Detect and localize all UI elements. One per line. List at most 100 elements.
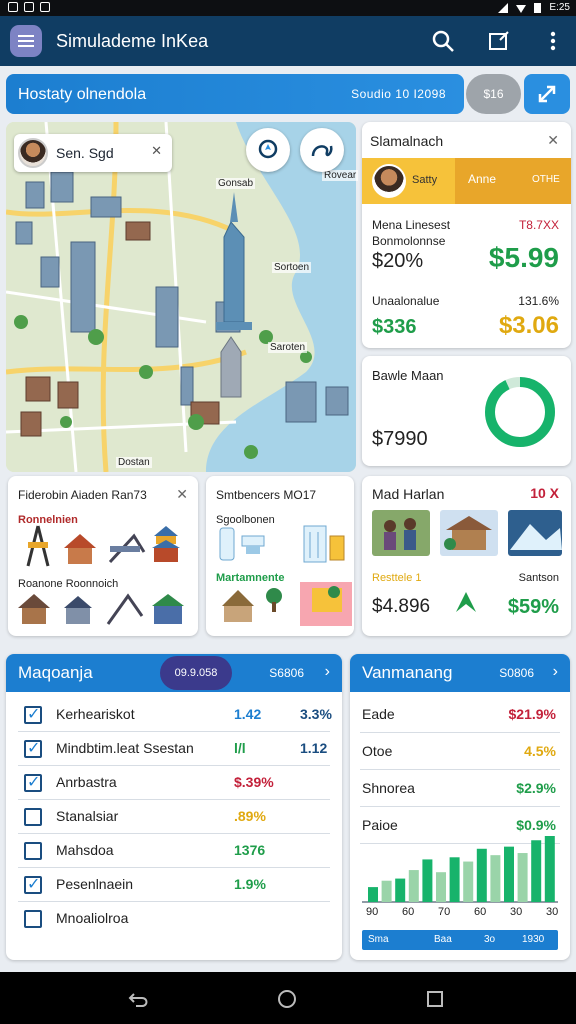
task-value: 1.9% bbox=[234, 876, 266, 892]
route-button[interactable] bbox=[300, 128, 344, 172]
task-label: Anrbastra bbox=[56, 774, 117, 790]
balance-pill[interactable]: $16 bbox=[466, 74, 521, 114]
task-row[interactable]: Stanalsiar .89% bbox=[6, 800, 342, 834]
variance-label: Otoe bbox=[362, 743, 393, 759]
variance-value: 4.5% bbox=[524, 743, 556, 759]
close-icon[interactable]: ✕ bbox=[151, 143, 162, 159]
donut-card: Bawle Maan $7990 bbox=[362, 356, 571, 466]
tower-icon bbox=[26, 525, 50, 567]
variance-bar bbox=[504, 846, 514, 902]
back-button[interactable] bbox=[128, 988, 150, 1010]
checkbox[interactable] bbox=[24, 842, 42, 860]
task-label: Mindbtim.leat Ssestan bbox=[56, 740, 194, 756]
more-button[interactable] bbox=[540, 28, 566, 54]
variance-title: Vanmanang bbox=[362, 663, 453, 682]
menu-button[interactable] bbox=[10, 25, 42, 57]
chevron-right-icon[interactable]: › bbox=[553, 663, 558, 681]
property-title: Smtbencers MO17 bbox=[216, 488, 317, 502]
expand-button[interactable] bbox=[524, 74, 570, 114]
building-icons-row bbox=[26, 525, 180, 567]
checkbox[interactable] bbox=[24, 808, 42, 826]
variance-value: $2.9% bbox=[516, 780, 556, 796]
home-button[interactable] bbox=[276, 988, 298, 1010]
house-icon bbox=[222, 590, 254, 622]
people-photo-icon bbox=[372, 510, 430, 556]
variance-label: Eade bbox=[362, 706, 395, 722]
city-map[interactable] bbox=[6, 122, 356, 472]
panel-icon bbox=[241, 535, 265, 554]
stat-tag: T8.7XX bbox=[518, 218, 559, 232]
chevron-right-icon[interactable]: › bbox=[325, 663, 330, 681]
search-button[interactable] bbox=[430, 28, 456, 54]
close-icon[interactable]: ✕ bbox=[176, 486, 188, 503]
variance-bar bbox=[436, 872, 446, 902]
variance-bar bbox=[517, 853, 528, 902]
signal-icon bbox=[498, 2, 509, 13]
house-icon bbox=[64, 596, 92, 624]
footer-label: Sma bbox=[368, 934, 389, 945]
park-icon bbox=[300, 582, 352, 626]
stat-big-value: $3.06 bbox=[498, 312, 559, 339]
task-label: Pesenlnaein bbox=[56, 876, 134, 892]
task-row[interactable]: Mahsdoa 1376 bbox=[6, 834, 342, 868]
map-label: Saroten bbox=[268, 342, 308, 353]
checkbox[interactable] bbox=[24, 910, 42, 928]
back-icon bbox=[128, 993, 148, 1007]
location-search-icon bbox=[258, 139, 278, 159]
task-row[interactable]: Mnoaliolroa bbox=[6, 902, 342, 936]
variance-bar bbox=[395, 878, 406, 902]
map-label: Sortoen bbox=[272, 262, 312, 273]
share-button[interactable] bbox=[486, 28, 512, 54]
task-value: 1.12 bbox=[300, 740, 328, 756]
appliance-icons-row bbox=[219, 525, 345, 563]
task-row[interactable]: ✓ Kerheariskot 1.42 3.3% bbox=[6, 698, 342, 732]
profile-chip[interactable]: Sen. Sgd ✕ bbox=[14, 134, 172, 172]
recents-button[interactable] bbox=[424, 988, 446, 1010]
media-title: Mad Harlan bbox=[372, 486, 445, 502]
media-label: Resttele 1 bbox=[372, 572, 422, 584]
app-title: Simulademe InKea bbox=[56, 31, 209, 51]
checkbox-checked[interactable]: ✓ bbox=[24, 774, 42, 792]
checkbox-checked[interactable]: ✓ bbox=[24, 876, 42, 894]
variance-bar-chart bbox=[362, 836, 558, 903]
property-title: Fiderobin Aiaden Ran73 bbox=[18, 488, 147, 502]
app-bar: Simulademe InKea bbox=[0, 16, 576, 66]
battery-icon bbox=[329, 535, 345, 561]
media-card[interactable]: Mad Harlan 10 X Resttele 1 Santson $4.89… bbox=[362, 476, 571, 636]
close-icon[interactable]: ✕ bbox=[547, 132, 559, 149]
media-label: Santson bbox=[518, 572, 559, 584]
house-icon bbox=[64, 534, 96, 564]
bridge-icon bbox=[108, 533, 146, 564]
tasks-meta: S6806 bbox=[269, 666, 304, 680]
stat-sublabel: Bonmolonnse bbox=[372, 234, 446, 248]
media-value: $59% bbox=[507, 596, 559, 618]
home-icon bbox=[278, 990, 296, 1008]
task-label: Stanalsiar bbox=[56, 808, 119, 824]
task-row[interactable]: ✓ Pesenlnaein 1.9% bbox=[6, 868, 342, 902]
task-row[interactable]: ✓ Mindbtim.leat Ssestan l/l 1.12 bbox=[6, 732, 342, 766]
house-icon bbox=[152, 594, 184, 624]
checkbox-checked[interactable]: ✓ bbox=[24, 740, 42, 758]
stat-value: $20% bbox=[372, 250, 424, 272]
property-card[interactable]: Smtbencers MO17 Sgoolbonen Martamnente bbox=[206, 476, 354, 636]
avatar bbox=[372, 164, 406, 198]
recents-icon bbox=[427, 991, 443, 1007]
tasks-panel: Maqoanja 09.9.058 S6806 › ✓ Kerheariskot 1… bbox=[6, 654, 342, 960]
status-time: E:25 bbox=[549, 2, 570, 13]
share-icon bbox=[489, 31, 509, 50]
variance-row[interactable]: Shnorea $2.9% bbox=[350, 772, 570, 807]
locate-button[interactable] bbox=[246, 128, 290, 172]
property-card[interactable]: Fiderobin Aiaden Ran73 ✕ Ronnelnien Roan… bbox=[8, 476, 198, 636]
variance-row[interactable]: Eade $21.9% bbox=[350, 698, 570, 733]
divider bbox=[360, 806, 560, 807]
variance-bar bbox=[463, 861, 474, 902]
x-tick-label: 30 bbox=[510, 906, 523, 918]
variance-footer-bar: Sma Baa 3o 1930 bbox=[362, 930, 558, 950]
variance-row[interactable]: Otoe 4.5% bbox=[350, 735, 570, 770]
checkbox-checked[interactable]: ✓ bbox=[24, 706, 42, 724]
date-chip[interactable]: 09.9.058 bbox=[160, 656, 232, 690]
task-row[interactable]: ✓ Anrbastra $.39% bbox=[6, 766, 342, 800]
map-label: Rovear bbox=[322, 170, 359, 181]
variance-panel: Vanmanang S0806 › Eade $21.9% Otoe 4.5% Shno… bbox=[350, 654, 570, 960]
stat-tag: 131.6% bbox=[518, 294, 559, 308]
